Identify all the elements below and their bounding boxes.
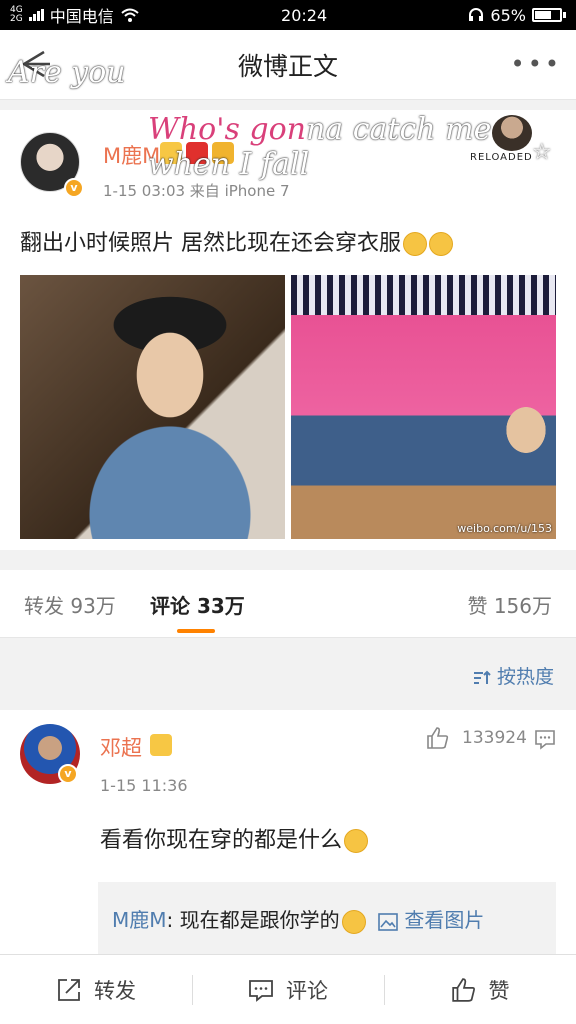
post-photo-2[interactable]: weibo.com/u/153 bbox=[291, 275, 556, 539]
sort-icon bbox=[473, 670, 491, 684]
reply-author[interactable]: M鹿M bbox=[112, 908, 167, 932]
tab-comment[interactable]: 评论 33万 bbox=[150, 590, 245, 619]
photo-watermark: weibo.com/u/153 bbox=[457, 522, 552, 535]
network-type-bottom: 2G bbox=[10, 14, 23, 24]
post-text: 翻出小时候照片 居然比现在还会穿衣服 bbox=[20, 225, 453, 257]
image-icon bbox=[378, 912, 398, 931]
comment-item: v 邓超 1-15 11:36 133924 看看你现在穿的都是什么 M鹿M: … bbox=[0, 710, 576, 960]
verified-badge-icon: v bbox=[64, 178, 84, 198]
comment-like-count: 133924 bbox=[462, 728, 527, 748]
status-bar: 4G 2G 中国电信 20:24 65% bbox=[0, 0, 576, 30]
like-label: 赞 bbox=[488, 978, 510, 1003]
sticker-face bbox=[492, 115, 532, 151]
cat-emoji-icon bbox=[341, 909, 366, 934]
overlay-caption-line2-pink: Who's gon bbox=[148, 112, 306, 147]
like-button[interactable]: 赞 bbox=[384, 955, 576, 1024]
share-icon bbox=[58, 978, 80, 1001]
wifi-icon bbox=[121, 8, 139, 22]
page-title: 微博正文 bbox=[237, 51, 338, 81]
status-left: 4G 2G 中国电信 bbox=[10, 3, 140, 27]
status-time: 20:24 bbox=[281, 5, 328, 25]
signal-icon bbox=[28, 9, 44, 21]
carrier-name: 中国电信 bbox=[49, 7, 114, 26]
comment-icon bbox=[249, 979, 273, 1002]
bottom-action-bar: 转发 评论 赞 bbox=[0, 954, 576, 1024]
sort-bar: 按热度 bbox=[0, 638, 576, 706]
post-meta: 1-15 03:03 来自 iPhone 7 bbox=[103, 182, 290, 200]
crying-emoji-icon bbox=[403, 232, 427, 256]
thumbs-up-icon bbox=[427, 727, 449, 749]
battery-icon bbox=[531, 8, 562, 22]
reply-comment-icon[interactable] bbox=[534, 728, 556, 750]
repost-button[interactable]: 转发 bbox=[0, 955, 192, 1024]
overlay-caption-line1: Are you bbox=[8, 55, 126, 90]
reply-line: M鹿M: 现在都是跟你学的 查看图片 bbox=[112, 904, 484, 934]
tab-like[interactable]: 赞 156万 bbox=[467, 590, 552, 619]
view-image-link[interactable]: 查看图片 bbox=[404, 908, 484, 932]
comment-reply-box[interactable]: M鹿M: 现在都是跟你学的 查看图片 bbox=[98, 882, 556, 960]
verified-badge-icon: v bbox=[58, 764, 78, 784]
star-icon: ☆ bbox=[532, 140, 552, 165]
comment-text-content: 看看你现在穿的都是什么 bbox=[100, 828, 343, 853]
reloaded-label: RELOADED bbox=[470, 152, 533, 163]
network-type: 4G 2G bbox=[10, 6, 23, 24]
comment-text: 看看你现在穿的都是什么 bbox=[100, 822, 369, 854]
headset-icon bbox=[469, 8, 484, 21]
battery-tip bbox=[562, 12, 566, 18]
battery-percent: 65% bbox=[490, 5, 526, 25]
doge-emoji-icon bbox=[344, 829, 369, 853]
commenter-name[interactable]: 邓超 bbox=[100, 732, 142, 762]
more-options-button[interactable]: ••• bbox=[511, 50, 562, 78]
comment-time: 1-15 11:36 bbox=[100, 776, 188, 795]
sort-label: 按热度 bbox=[496, 666, 554, 688]
sort-by-hot-button[interactable]: 按热度 bbox=[473, 662, 554, 689]
crown-badge-icon[interactable] bbox=[150, 734, 172, 756]
comment-label: 评论 bbox=[286, 978, 328, 1003]
status-right: 65% bbox=[468, 6, 566, 25]
repost-label: 转发 bbox=[94, 978, 136, 1003]
thumbs-up-icon bbox=[451, 977, 475, 1002]
post-text-content: 翻出小时候照片 居然比现在还会穿衣服 bbox=[20, 231, 401, 256]
tab-repost[interactable]: 转发 93万 bbox=[24, 590, 116, 619]
comment-like-button[interactable]: 133924 bbox=[426, 726, 527, 750]
post-photo-1[interactable] bbox=[20, 275, 285, 539]
comment-button[interactable]: 评论 bbox=[192, 955, 384, 1024]
reply-text: : 现在都是跟你学的 bbox=[166, 908, 340, 932]
reloaded-sticker: RELOADED bbox=[470, 115, 540, 163]
post-tabs: 转发 93万 评论 33万 赞 156万 bbox=[0, 570, 576, 638]
sweat-emoji-icon bbox=[429, 232, 453, 256]
tab-active-indicator bbox=[177, 629, 215, 633]
